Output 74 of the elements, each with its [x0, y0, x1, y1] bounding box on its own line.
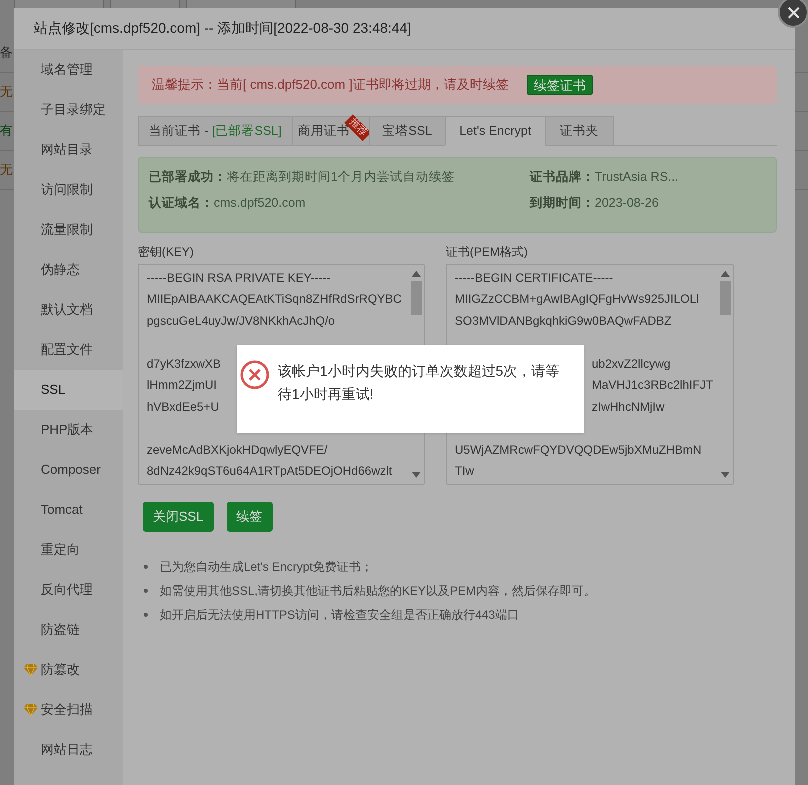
row-text: 备	[0, 44, 13, 62]
sidebar-item[interactable]: 安全扫描	[14, 690, 123, 730]
code-line: hVBxdEe5+U	[147, 398, 220, 416]
scroll-down-icon[interactable]	[721, 472, 730, 478]
window-title: 站点修改[cms.dpf520.com] -- 添加时间[2022-08-30 23:48:44]	[34, 19, 412, 38]
bullet-icon	[144, 565, 148, 569]
sidebar-item[interactable]: 防篡改	[14, 650, 123, 690]
code-line: pgscuGeL4uyJw/JV8NKkhAcJhQ/o	[147, 312, 336, 330]
sidebar-item[interactable]: 防盗链	[14, 610, 123, 650]
sidebar-item[interactable]: Composer	[14, 450, 123, 490]
renew-certificate-button[interactable]: 续签证书	[526, 75, 593, 95]
close-button[interactable]	[778, 0, 808, 28]
sidebar-item[interactable]: Tomcat	[14, 490, 123, 530]
field-label: 密钥(KEY)	[138, 245, 196, 259]
sidebar-item[interactable]: PHP版本	[14, 410, 123, 450]
note-text: 如需使用其他SSL,请切换其他证书后粘贴您的KEY以及PEM内容，然后保存即可。	[160, 583, 596, 600]
sidebar-item[interactable]: 流量限制	[14, 210, 123, 250]
row-text: 无	[0, 161, 13, 180]
note-text: 已为您自动生成Let's Encrypt免费证书；	[160, 559, 373, 576]
info-value: 将在距离到期时间1个月内尝试自动续签	[227, 168, 455, 186]
close-icon	[788, 6, 800, 18]
sidebar-item[interactable]: 域名管理	[14, 50, 123, 90]
info-label: 已部署成功：	[149, 168, 227, 186]
note-text: 如开启后无法使用HTTPS访问，请检查安全组是否正确放行443端口	[160, 607, 520, 624]
row-text: 无	[0, 83, 13, 102]
scroll-up-icon[interactable]	[721, 271, 730, 277]
scrollbar-thumb[interactable]	[720, 281, 731, 315]
sidebar-item[interactable]: 反向代理	[14, 570, 123, 610]
tab[interactable]: 当前证书 - [已部署SSL]	[138, 116, 293, 146]
sidebar-item[interactable]: SSL	[14, 370, 123, 410]
warning-text: 温馨提示：当前[ cms.dpf520.com ]证书即将过期，请及时续签	[152, 76, 509, 94]
action-button[interactable]: 关闭SSL	[143, 502, 214, 532]
tab[interactable]: Let's Encrypt	[445, 116, 546, 146]
code-line: MIIEpAIBAAKCAQEAtKTiSqn8ZHfRdSrRQYBC	[147, 291, 402, 308]
scroll-down-icon[interactable]	[412, 472, 421, 478]
code-line: zIwHhcNMjIw	[592, 398, 665, 416]
scrollbar[interactable]	[718, 265, 733, 484]
code-line: -----BEGIN RSA PRIVATE KEY-----	[147, 270, 331, 287]
sidebar-item[interactable]: 访问限制	[14, 170, 123, 210]
sidebar-item[interactable]: 重定向	[14, 530, 123, 570]
tab[interactable]: 宝塔SSL	[369, 116, 446, 146]
code-line: U5WjAZMRcwFQYDVQQDEw5jbXMuZHBmN	[455, 442, 702, 459]
code-line: MaVHJ1c3RBc2lhIFJT	[592, 377, 714, 394]
row-text: 有	[0, 122, 13, 140]
info-label: 到期时间：	[530, 194, 595, 212]
code-line: zeveMcAdBXKjokHDqwlyEQVFE/	[147, 442, 328, 459]
code-line: TIw	[455, 463, 474, 480]
info-value: TrustAsia RS...	[595, 168, 679, 186]
sidebar-item[interactable]: 配置文件	[14, 330, 123, 370]
action-button[interactable]: 续签	[226, 502, 273, 532]
sidebar-item[interactable]: 子目录绑定	[14, 90, 123, 130]
info-value: 2023-08-26	[595, 194, 659, 212]
field-label: 证书(PEM格式)	[446, 245, 529, 259]
scrollbar-thumb[interactable]	[411, 281, 422, 315]
sidebar-item[interactable]: 网站目录	[14, 130, 123, 170]
info-label: 证书品牌：	[530, 168, 595, 186]
code-line: 8dNz42k9qST6u64A1RTpAt5DEOjOHd66wzlt	[147, 463, 392, 480]
tab[interactable]: 证书夹	[545, 116, 614, 146]
sidebar-item[interactable]: 默认文档	[14, 290, 123, 330]
code-line: lHmm2ZjmUI	[147, 377, 217, 394]
code-line: MIIGZzCCBM+gAwIBAgIQFgHvWs925JILOLl	[455, 291, 700, 308]
code-line: ub2xvZ2llcywg	[592, 356, 671, 373]
bullet-icon	[144, 589, 148, 593]
sidebar-item[interactable]: 伪静态	[14, 250, 123, 290]
code-line: d7yK3fzxwXB	[147, 356, 222, 373]
scroll-up-icon[interactable]	[412, 271, 421, 277]
code-line: SO3MVlDANBgkqhkiG9w0BAQwFADBZ	[455, 312, 672, 330]
code-line: -----BEGIN CERTIFICATE-----	[455, 270, 614, 287]
error-icon	[240, 360, 270, 390]
sidebar-item[interactable]: 网站日志	[14, 730, 123, 770]
info-value: cms.dpf520.com	[214, 194, 306, 212]
tab[interactable]: 商用证书 推荐	[292, 116, 370, 146]
bullet-icon	[144, 613, 148, 617]
info-label: 认证域名：	[149, 194, 214, 212]
